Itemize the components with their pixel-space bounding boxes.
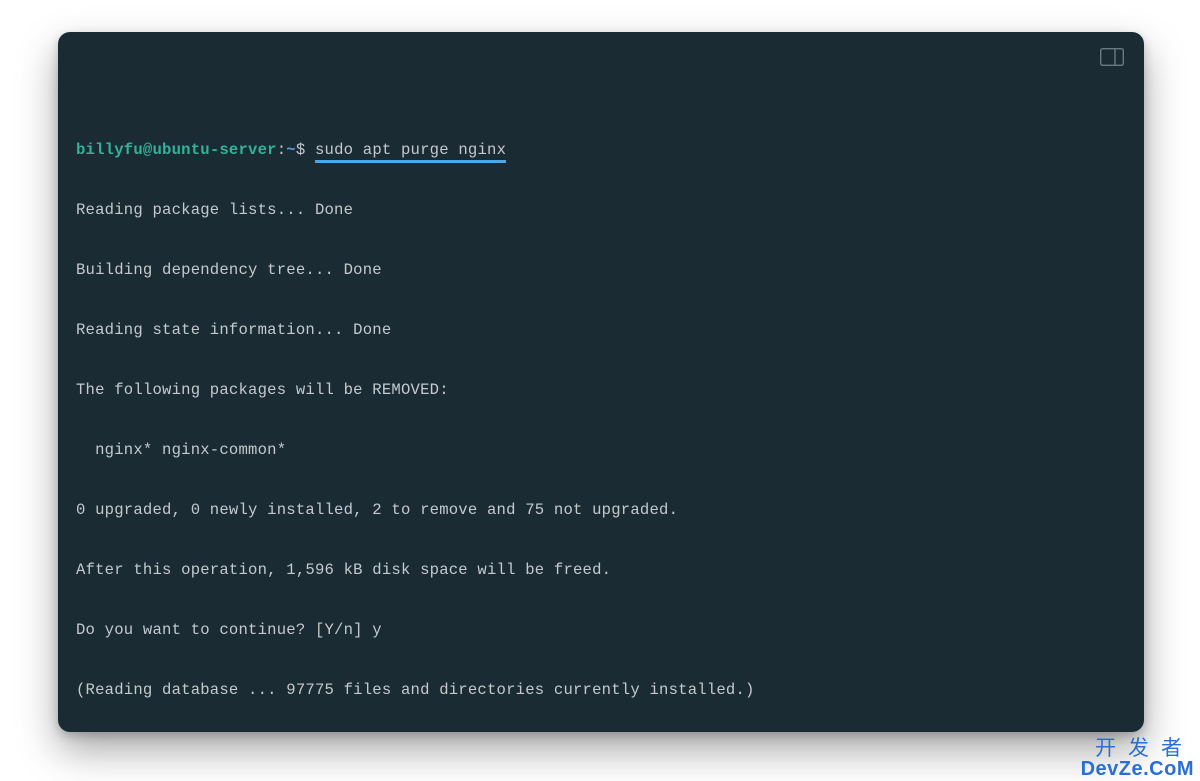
output-line: After this operation, 1,596 kB disk spac… [76,560,1126,580]
prompt-user: billyfu [76,141,143,159]
prompt-path: ~ [286,141,296,159]
titlebar [58,32,1144,66]
output-line: 0 upgraded, 0 newly installed, 2 to remo… [76,500,1126,520]
output-line: Building dependency tree... Done [76,260,1126,280]
prompt-dollar: $ [296,141,315,159]
prompt-host: ubuntu-server [152,141,276,159]
output-line: The following packages will be REMOVED: [76,380,1126,400]
prompt-line-1: billyfu@ubuntu-server:~$ sudo apt purge … [76,140,1126,160]
output-line: Reading package lists... Done [76,200,1126,220]
watermark-cn: 开发者 [1081,738,1194,759]
output-line: nginx* nginx-common* [76,440,1126,460]
watermark-en: DevZe.CoM [1081,759,1194,779]
watermark: 开发者 DevZe.CoM [1081,738,1194,779]
output-line: Reading state information... Done [76,320,1126,340]
panes-icon[interactable] [1100,48,1124,66]
terminal-window: billyfu@ubuntu-server:~$ sudo apt purge … [58,32,1144,732]
terminal-output[interactable]: billyfu@ubuntu-server:~$ sudo apt purge … [76,80,1126,714]
output-line: Do you want to continue? [Y/n] y [76,620,1126,640]
entered-command: sudo apt purge nginx [315,141,506,163]
prompt-colon: : [277,141,287,159]
output-line: (Reading database ... 97775 files and di… [76,680,1126,700]
